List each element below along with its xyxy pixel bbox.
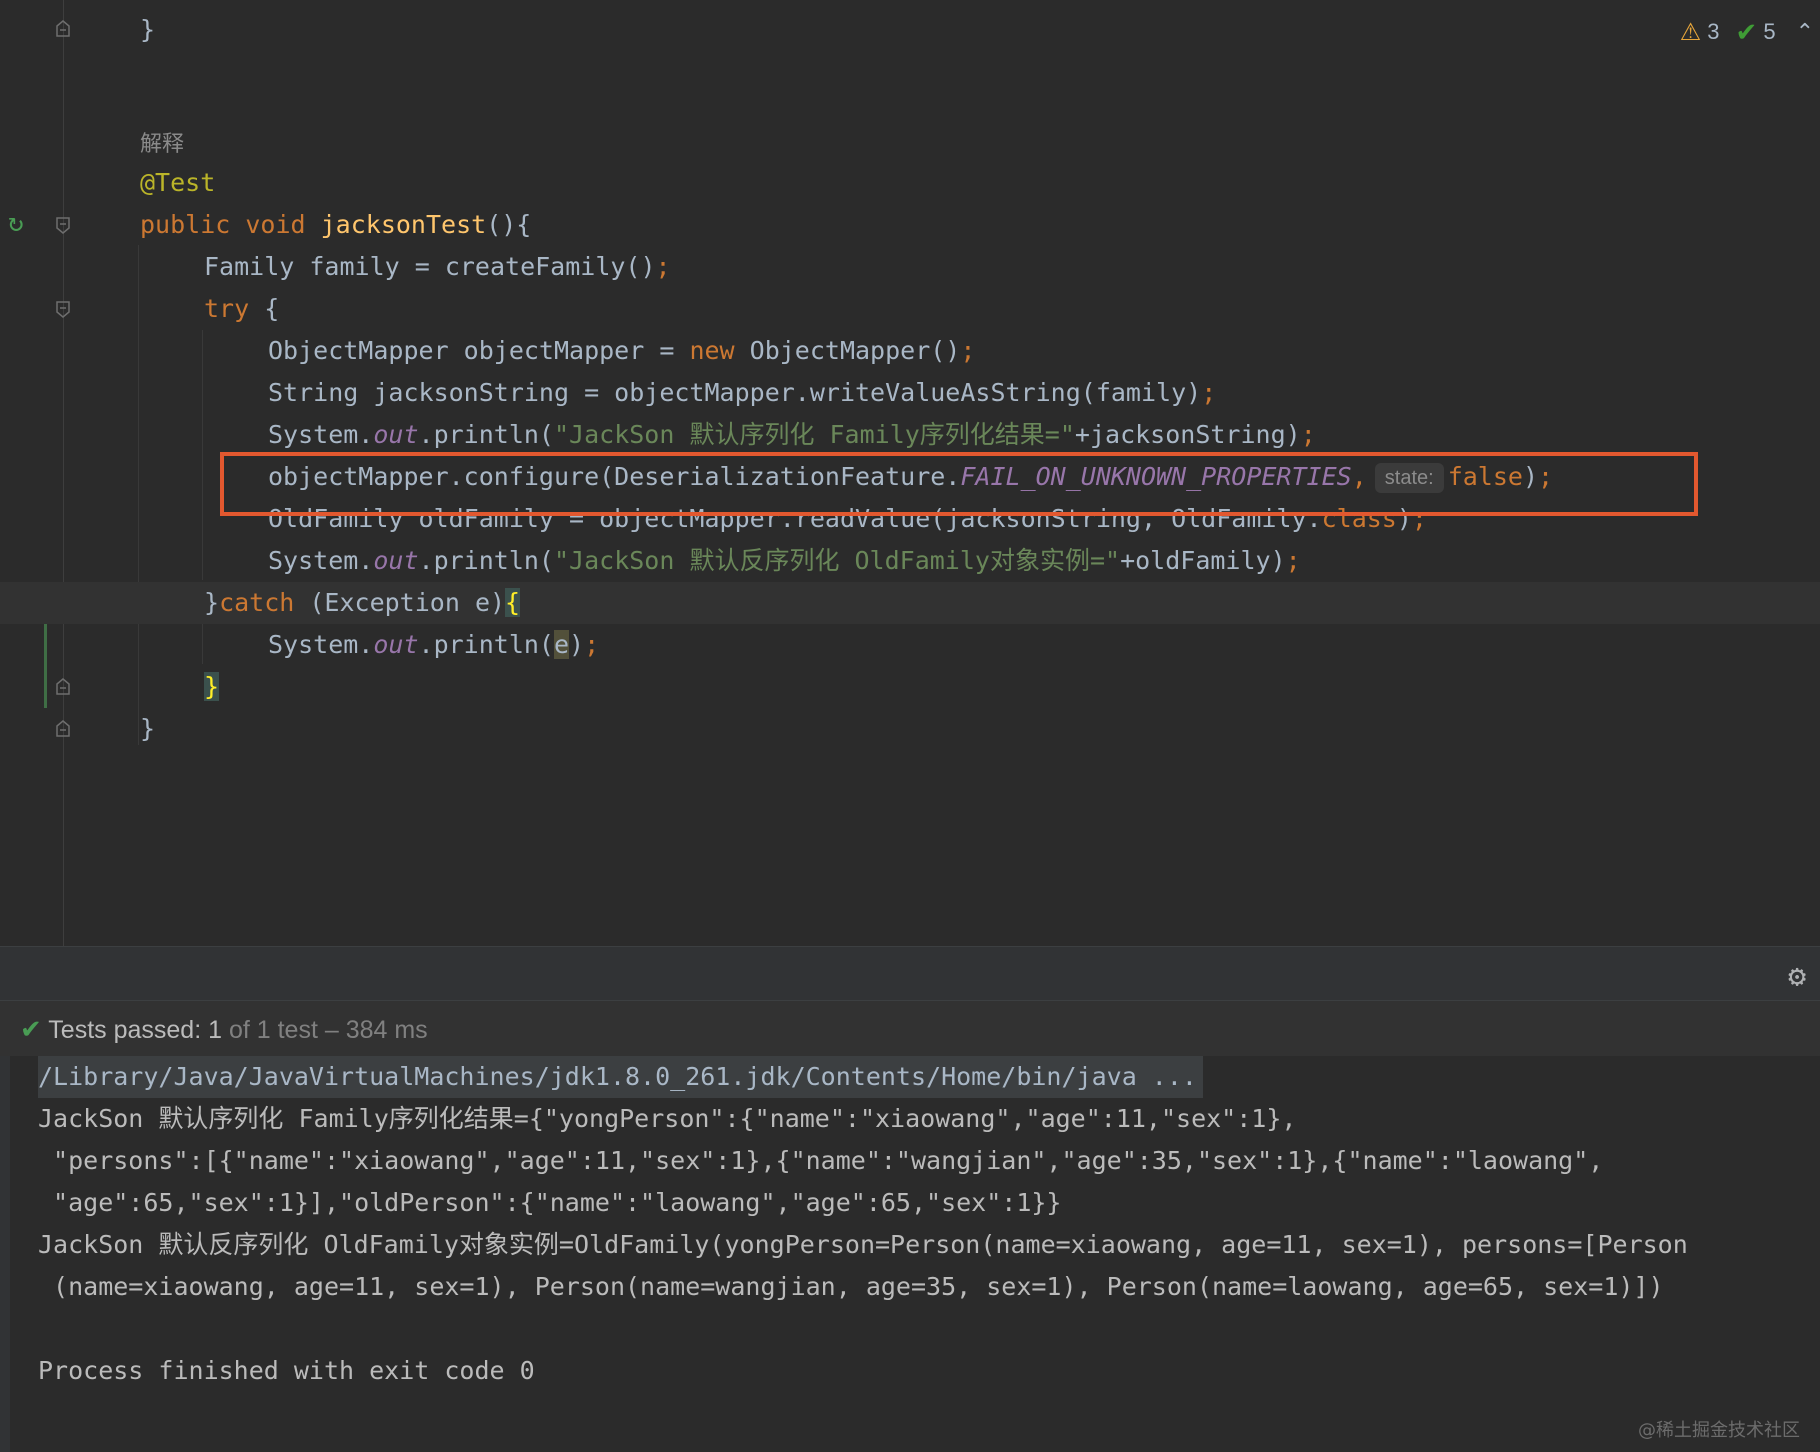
check-count: 5: [1763, 19, 1776, 44]
semicolon: ;: [1201, 378, 1217, 407]
semicolon: ;: [1300, 420, 1316, 449]
fold-marker-icon[interactable]: [55, 678, 71, 696]
annotation: @Test: [140, 168, 216, 197]
code-text: (){: [486, 210, 532, 239]
field: out: [373, 420, 419, 449]
console-output-line: JackSon 默认反序列化 OldFamily对象实例=OldFamily(y…: [38, 1230, 1688, 1259]
code-line: System.out.println("JackSon 默认序列化 Family…: [268, 414, 1316, 456]
code-line: }: [140, 708, 155, 750]
code-line: public void jacksonTest(){: [140, 204, 531, 246]
code-text: System.: [268, 420, 374, 449]
code-editor[interactable]: ↻ ⚠ 3 ✔ 5 ⌃ } 解释 @Test public void jacks…: [0, 0, 1820, 946]
test-status-bar: ✔ Tests passed: 1 of 1 test – 384 ms: [0, 1000, 1820, 1057]
code-line: String jacksonString = objectMapper.writ…: [268, 372, 1216, 414]
code-text: .println(: [418, 420, 554, 449]
doc-label[interactable]: 解释: [140, 132, 184, 157]
fold-marker-icon[interactable]: [55, 720, 71, 738]
inspection-status[interactable]: ⚠ 3 ✔ 5 ⌃: [1680, 14, 1820, 50]
string-literal: "JackSon 默认反序列化 OldFamily对象实例=": [553, 546, 1121, 575]
string-literal: "JackSon 默认序列化 Family序列化结果=": [553, 420, 1075, 449]
matched-brace: }: [204, 672, 220, 701]
console-toolbar: [0, 1056, 10, 1452]
tool-window-header: ⚙: [0, 946, 1820, 1001]
variable-highlight: e: [553, 630, 570, 659]
highlight-box: [220, 452, 1698, 516]
brace: }: [204, 588, 220, 617]
keyword: public: [140, 210, 246, 239]
semicolon: ;: [1285, 546, 1301, 575]
code-text: +jacksonString): [1074, 420, 1301, 449]
keyword: new: [689, 336, 735, 365]
code-line: }: [204, 666, 220, 708]
run-console[interactable]: /Library/Java/JavaVirtualMachines/jdk1.8…: [0, 1056, 1820, 1452]
code-text: .println(: [418, 546, 554, 575]
field: out: [373, 546, 419, 575]
code-text: System.: [268, 630, 374, 659]
console-output-line: "persons":[{"name":"xiaowang","age":11,"…: [38, 1146, 1604, 1175]
code-line: try {: [204, 288, 279, 330]
brace: }: [140, 15, 156, 44]
watermark: @稀土掘金技术社区: [1638, 1420, 1800, 1441]
brace: }: [140, 714, 156, 743]
code-line: 解释: [140, 126, 184, 160]
indent-guide: [202, 330, 203, 580]
console-output-line: JackSon 默认序列化 Family序列化结果={"yongPerson":…: [38, 1104, 1297, 1133]
indent-guide: [138, 245, 139, 745]
keyword: catch: [219, 588, 295, 617]
code-text: String jacksonString = objectMapper.writ…: [268, 378, 1202, 407]
console-output-line: "age":65,"sex":1}],"oldPerson":{"name":"…: [38, 1188, 1062, 1217]
code-text: ObjectMapper(): [734, 336, 961, 365]
tests-detail: of 1 test – 384 ms: [222, 1016, 428, 1044]
fold-marker-icon[interactable]: [55, 216, 71, 234]
code-line: Family family = createFamily();: [204, 246, 671, 288]
code-text: System.: [268, 546, 374, 575]
semicolon: ;: [655, 252, 671, 281]
code-text: ObjectMapper objectMapper =: [268, 336, 690, 365]
semicolon: ;: [960, 336, 976, 365]
code-line: ObjectMapper objectMapper = new ObjectMa…: [268, 330, 975, 372]
keyword: void: [245, 210, 321, 239]
gear-icon[interactable]: ⚙: [1788, 959, 1806, 994]
code-line-current: }catch (Exception e){: [0, 582, 1820, 624]
keyword: try: [204, 294, 250, 323]
indent-guide: [202, 624, 203, 664]
code-text: (Exception e): [294, 588, 506, 617]
fold-marker-icon[interactable]: [55, 20, 71, 38]
gutter-divider: [63, 0, 64, 946]
code-text: .println(: [418, 630, 554, 659]
chevron-up-icon[interactable]: ⌃: [1796, 19, 1814, 45]
run-test-icon[interactable]: ↻: [8, 208, 24, 238]
field: out: [373, 630, 419, 659]
check-icon: ✔: [20, 1014, 42, 1044]
code-line: System.out.println("JackSon 默认反序列化 OldFa…: [268, 540, 1301, 582]
tests-label: Tests passed:: [48, 1016, 209, 1044]
code-text: ): [569, 630, 585, 659]
code-line: }: [140, 9, 155, 51]
console-exit-line: Process finished with exit code 0: [38, 1356, 535, 1385]
tests-count: 1: [208, 1016, 223, 1044]
matched-brace: {: [505, 588, 521, 617]
code-text: {: [249, 294, 280, 323]
console-output-line: (name=xiaowang, age=11, sex=1), Person(n…: [38, 1272, 1664, 1301]
warning-count: 3: [1707, 19, 1720, 44]
semicolon: ;: [584, 630, 600, 659]
code-text: Family family = createFamily(): [204, 252, 656, 281]
code-text: +oldFamily): [1120, 546, 1286, 575]
warning-icon: ⚠: [1679, 18, 1702, 46]
console-command[interactable]: /Library/Java/JavaVirtualMachines/jdk1.8…: [38, 1056, 1203, 1098]
fold-marker-icon[interactable]: [55, 300, 71, 318]
method-name: jacksonTest: [320, 210, 487, 239]
code-line: @Test: [140, 162, 215, 204]
code-line: System.out.println(e);: [268, 624, 599, 666]
check-icon: ✔: [1735, 16, 1758, 47]
